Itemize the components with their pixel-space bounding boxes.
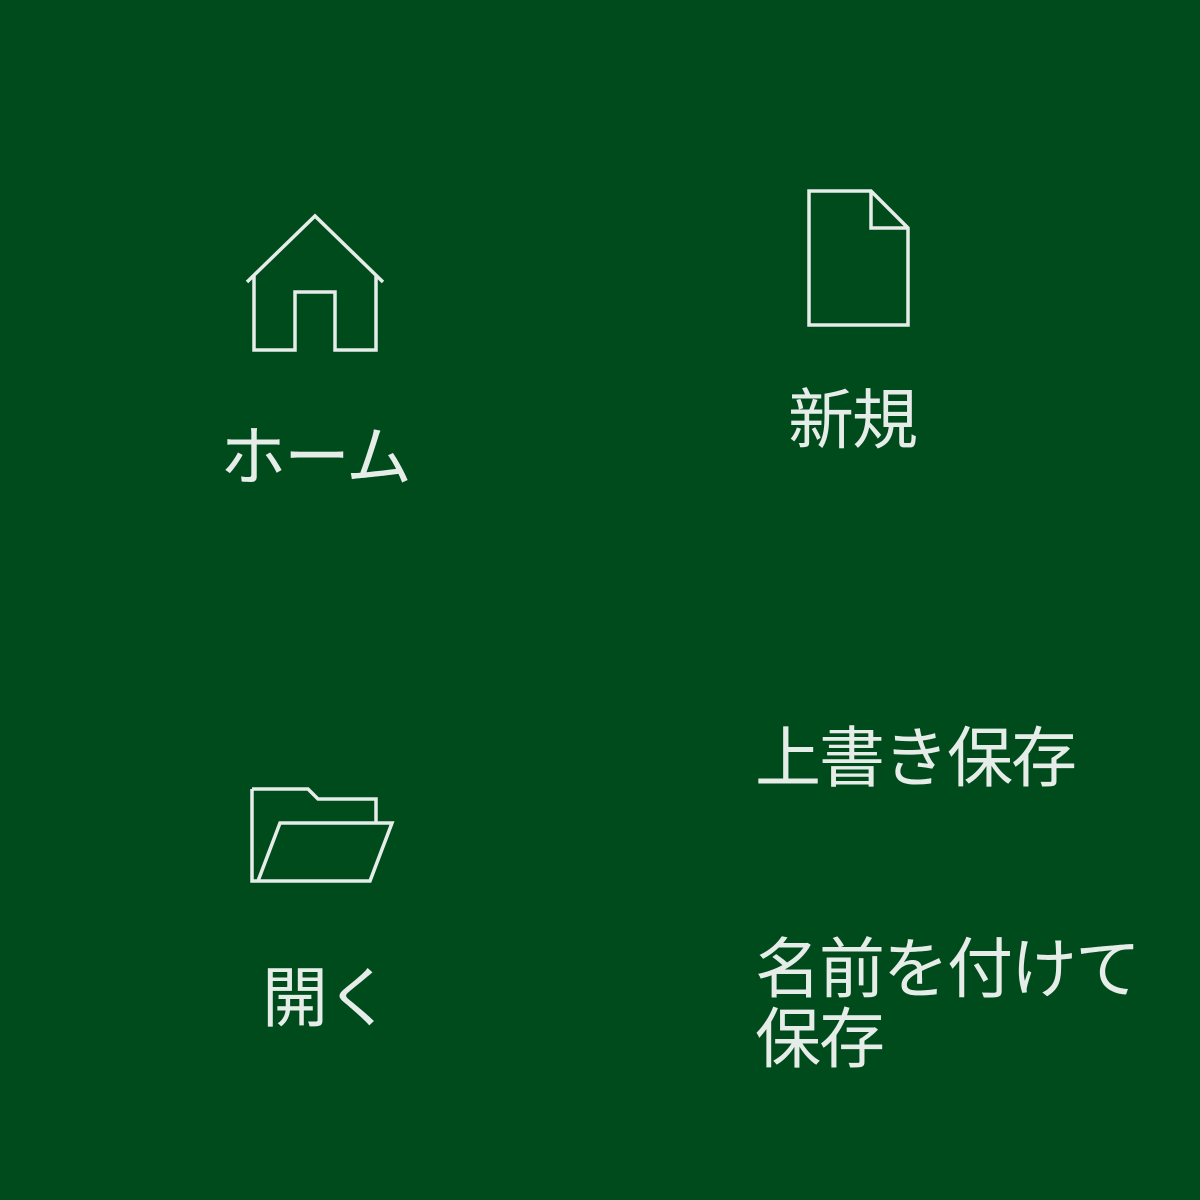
home-icon	[243, 210, 388, 355]
save-as-label: 名前を付けて保存	[755, 931, 1141, 1078]
new-document-icon	[806, 188, 911, 328]
open-folder-icon	[248, 785, 398, 885]
home-button[interactable]: ホーム	[215, 205, 415, 495]
open-button[interactable]: 開く	[240, 780, 420, 1040]
home-label: ホーム	[220, 419, 412, 496]
new-button[interactable]: 新規	[780, 185, 950, 465]
new-label: 新規	[788, 382, 918, 459]
save-as-button[interactable]: 名前を付けて保存	[755, 935, 1165, 1085]
backstage-nav-panel: ホーム 新規 開く 上書き保存 名前を付けて保存	[0, 0, 1200, 1200]
open-label: 開く	[262, 960, 392, 1037]
save-button[interactable]: 上書き保存	[755, 720, 1095, 800]
save-label: 上書き保存	[755, 720, 1077, 797]
